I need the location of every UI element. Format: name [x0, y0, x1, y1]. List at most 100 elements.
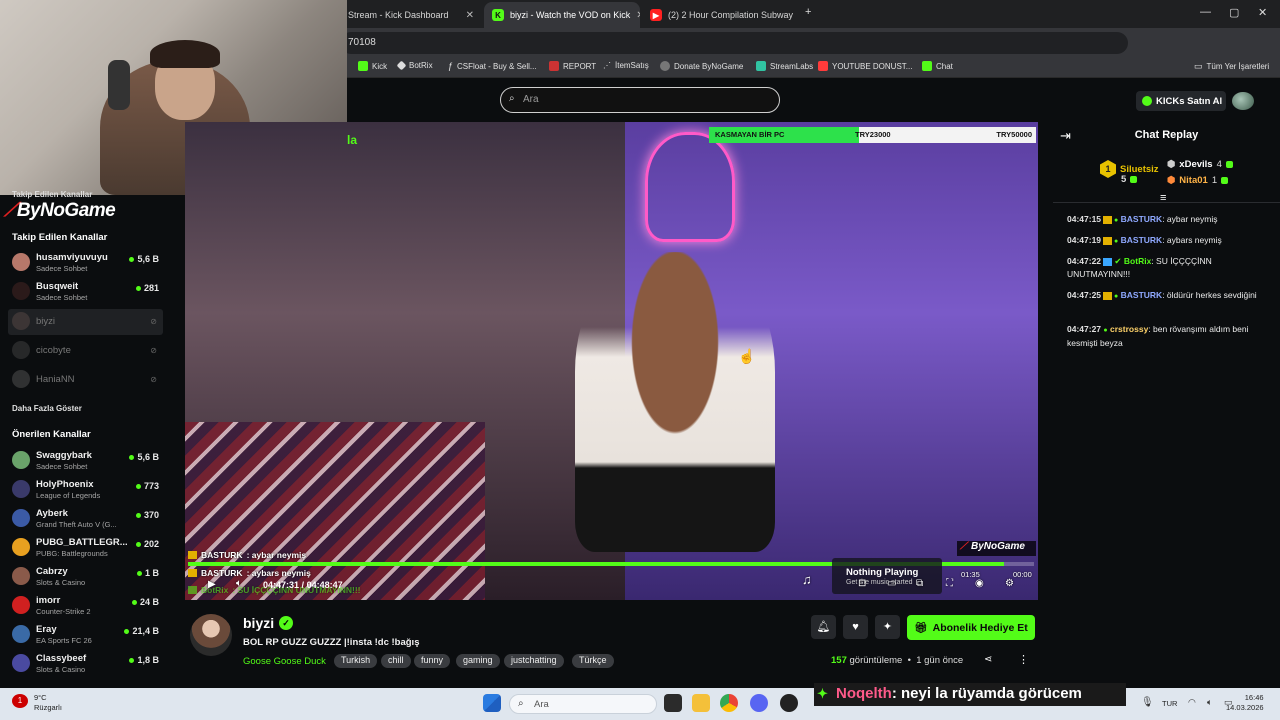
- rank-one-icon: 1: [1100, 160, 1116, 178]
- avatar: [12, 282, 30, 300]
- sidebar-item-pubg-battlegrounds[interactable]: PUBG_BATTLEGR... PUBG: Battlegrounds 202: [8, 535, 163, 561]
- sidebar-item-eray[interactable]: Eray EA Sports FC 26 21,4 B: [8, 622, 163, 648]
- tag-funny[interactable]: funny: [414, 654, 451, 668]
- sidebar-item-swaggybark[interactable]: Swaggybark Sadece Sohbet 5,6 B: [8, 448, 163, 474]
- fullscreen-icon[interactable]: ⛶: [946, 578, 953, 589]
- search-placeholder: Ara: [523, 94, 539, 105]
- sidebar-item-imorr[interactable]: imorr Counter-Strike 2 24 B: [8, 593, 163, 619]
- all-bookmarks[interactable]: ▭ Tüm Yer İşaretleri: [1194, 61, 1269, 72]
- sidebar-item-husamviyuvuyu[interactable]: husamviyuvuyu Sadece Sohbet 5,6 B: [8, 250, 163, 276]
- tag-justchatting[interactable]: justchatting: [504, 654, 564, 668]
- play-icon[interactable]: ▶: [208, 579, 216, 590]
- tag-turkce[interactable]: Türkçe: [572, 654, 614, 668]
- tab-title: Stream - Kick Dashboard: [348, 10, 449, 20]
- bynogame-mark-icon: ⟋: [960, 541, 967, 552]
- gift-icon: 🎁︎: [914, 622, 928, 634]
- tag-turkish[interactable]: Turkish: [334, 654, 378, 668]
- video-player[interactable]: [185, 122, 1038, 600]
- windows-start-icon[interactable]: [483, 694, 501, 712]
- obs-icon[interactable]: [780, 694, 798, 712]
- maximize-icon[interactable]: ▢: [1229, 6, 1239, 19]
- sidebar-item-cicobyte[interactable]: cicobyte ⊘: [8, 338, 163, 364]
- bookmark-itemsatis[interactable]: ⋰ İtemSatış: [603, 61, 649, 70]
- live-dot-icon: [135, 512, 141, 518]
- notification-bell-button[interactable]: 🔔︎: [811, 615, 836, 639]
- close-tab-icon[interactable]: ✕: [636, 10, 640, 21]
- show-more-link[interactable]: Daha Fazla Göster: [12, 404, 82, 413]
- taskbar-clock[interactable]: 16:46 14.03.2026: [1226, 693, 1264, 713]
- chrome-icon[interactable]: [720, 694, 738, 712]
- sidebar-item-hanianN[interactable]: HaniaNN ⊘: [8, 367, 163, 393]
- pip-icon[interactable]: ⧉: [916, 578, 923, 589]
- settings-gear-icon[interactable]: ⚙: [1005, 578, 1014, 589]
- discord-icon[interactable]: [750, 694, 768, 712]
- chat-message: 04:47:15 ● BASTURK: aybar neymiş: [1067, 214, 1218, 224]
- tag-gaming[interactable]: gaming: [456, 654, 500, 668]
- wifi-icon[interactable]: ◠: [1188, 697, 1196, 708]
- gift-subscription-button[interactable]: 🎁︎ Abonelik Hediye Et: [907, 615, 1035, 640]
- url-field[interactable]: 70108: [340, 32, 1128, 54]
- sub-goal-bar: KASMAYAN BİR PC TRY23000 TRY50000: [709, 127, 1036, 143]
- category-link[interactable]: Goose Goose Duck: [243, 656, 326, 667]
- sparkle-button[interactable]: ✦: [875, 615, 900, 639]
- weather-widget[interactable]: 9°C Rüzgarlı: [34, 693, 62, 713]
- search-input[interactable]: ⌕ Ara: [500, 87, 780, 113]
- bynogame-mark-icon: ⟋: [4, 200, 17, 221]
- theatre-mode-icon[interactable]: ▭: [887, 578, 896, 589]
- user-avatar[interactable]: [1232, 92, 1254, 110]
- avatar: [12, 509, 30, 527]
- tab-kick-dashboard[interactable]: Stream - Kick Dashboard ✕: [340, 2, 482, 28]
- bookmark-youtube-donust[interactable]: YOUTUBE DONUST...: [818, 61, 912, 71]
- sidebar-item-ayberk[interactable]: Ayberk Grand Theft Auto V (G... 370: [8, 506, 163, 532]
- quality-icon[interactable]: ◉: [975, 578, 984, 589]
- sub-goal-current: TRY23000: [855, 130, 891, 139]
- bookmark-donate-bynogame[interactable]: Donate ByNoGame: [660, 61, 743, 71]
- bookmark-streamlabs[interactable]: StreamLabs: [756, 61, 813, 71]
- kick-icon: [922, 61, 932, 71]
- close-tab-icon[interactable]: ✕: [466, 10, 474, 21]
- buy-kicks-button[interactable]: KICKs Satın Al: [1136, 91, 1226, 111]
- share-icon[interactable]: ⋖: [984, 654, 992, 665]
- sidebar-item-holyphoenix[interactable]: HolyPhoenix League of Legends 773: [8, 477, 163, 503]
- sidebar-item-cabrzy[interactable]: Cabrzy Slots & Casino 1 B: [8, 564, 163, 590]
- taskbar-search[interactable]: ⌕ Ara: [509, 694, 657, 714]
- tag-chill[interactable]: chill: [381, 654, 411, 668]
- task-view-icon[interactable]: [664, 694, 682, 712]
- followed-heading: Takip Edilen Kanallar: [12, 232, 108, 243]
- sidebar-item-classybeef[interactable]: Classybeef Slots & Casino 1,8 B: [8, 651, 163, 677]
- heart-icon: ♥: [852, 621, 859, 633]
- tab-youtube-compilation[interactable]: ▶ (2) 2 Hour Compilation Subway ✕: [642, 2, 798, 28]
- new-tab-button[interactable]: +: [805, 6, 811, 18]
- bookmark-botrix[interactable]: BotRix: [396, 60, 433, 71]
- close-window-icon[interactable]: ✕: [1258, 6, 1267, 19]
- sub-badge-icon: ●: [1114, 238, 1119, 245]
- streamer-name[interactable]: biyzi: [243, 615, 274, 631]
- bookmark-kick[interactable]: Kick: [358, 61, 387, 71]
- bookmark-csfloat[interactable]: ƒ CSFloat - Buy & Sell...: [448, 61, 537, 71]
- volume-icon[interactable]: 🔈︎: [236, 578, 242, 589]
- top-gifter-3[interactable]: ⬢ Nita01 1: [1167, 175, 1229, 186]
- sub-goal-label: KASMAYAN BİR PC: [715, 130, 785, 139]
- minimize-icon[interactable]: —: [1200, 6, 1211, 18]
- bookmark-report[interactable]: REPORT: [549, 61, 596, 71]
- language-indicator[interactable]: TUR: [1162, 699, 1177, 708]
- clip-icon[interactable]: ⊡: [858, 578, 866, 589]
- sidebar-item-biyzi[interactable]: biyzi ⊘: [8, 309, 163, 335]
- streamer-avatar[interactable]: [190, 614, 232, 656]
- speaker-icon[interactable]: 🔈︎: [1207, 697, 1212, 708]
- top-gifter-2[interactable]: ⬢ xDevils 4: [1167, 159, 1233, 170]
- weather-alert-badge[interactable]: 1: [12, 694, 28, 708]
- follow-heart-button[interactable]: ♥: [843, 615, 868, 639]
- offline-icon: ⊘: [150, 317, 157, 326]
- more-options-icon[interactable]: ⋮: [1018, 653, 1029, 666]
- bookmark-chat[interactable]: Chat: [922, 61, 953, 71]
- tab-biyzi-vod[interactable]: K biyzi - Watch the VOD on Kick ✕: [484, 2, 640, 28]
- report-icon: [549, 61, 559, 71]
- sub-badge-icon: ●: [1103, 327, 1108, 334]
- file-explorer-icon[interactable]: [692, 694, 710, 712]
- microphone-icon[interactable]: 🎙︎: [1141, 697, 1154, 708]
- chat-message: 04:47:19 ● BASTURK: aybars neymiş: [1067, 235, 1222, 245]
- gaming-chair: [108, 60, 130, 110]
- sidebar-item-busqweit[interactable]: Busqweit Sadece Sohbet 281: [8, 279, 163, 305]
- kick-gem-icon: ✦: [817, 686, 828, 701]
